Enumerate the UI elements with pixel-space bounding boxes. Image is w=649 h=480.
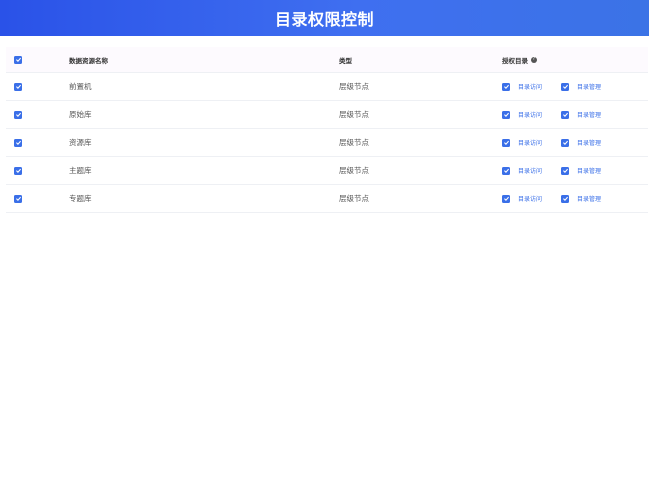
- table-row: 前置机 层级节点 目录访问 目录管理: [6, 73, 648, 101]
- perm-manage[interactable]: 目录管理: [561, 194, 601, 203]
- perm-access-checkbox[interactable]: [502, 82, 510, 91]
- perm-access-label: 目录访问: [518, 140, 543, 147]
- select-all-checkbox[interactable]: [14, 55, 22, 64]
- table-header-row: 数据资源名称 类型 授权目录 ?: [6, 47, 648, 73]
- perm-manage-checkbox[interactable]: [561, 82, 569, 91]
- row-name: 前置机: [69, 82, 92, 91]
- row-checkbox[interactable]: [14, 110, 22, 119]
- perm-manage-checkbox[interactable]: [561, 110, 569, 119]
- row-name: 主题库: [69, 166, 92, 175]
- table-row: 主题库 层级节点 目录访问 目录管理: [6, 157, 648, 185]
- table-row: 资源库 层级节点 目录访问 目录管理: [6, 129, 648, 157]
- table-row: 专题库 层级节点 目录访问 目录管理: [6, 185, 648, 213]
- row-type: 层级节点: [339, 82, 369, 91]
- row-type: 层级节点: [339, 138, 369, 147]
- perm-access[interactable]: 目录访问: [502, 110, 544, 119]
- column-header-name: 数据资源名称: [69, 56, 108, 65]
- row-type: 层级节点: [339, 110, 369, 119]
- perm-access[interactable]: 目录访问: [502, 194, 544, 203]
- perm-access[interactable]: 目录访问: [502, 82, 544, 91]
- perm-access-label: 目录访问: [518, 196, 543, 203]
- perm-manage-label: 目录管理: [577, 196, 602, 203]
- perm-manage[interactable]: 目录管理: [561, 82, 601, 91]
- table-row: 原始库 层级节点 目录访问 目录管理: [6, 101, 648, 129]
- page-title: 目录权限控制: [274, 10, 374, 29]
- perm-manage-checkbox[interactable]: [561, 166, 569, 175]
- perm-manage-checkbox[interactable]: [561, 194, 569, 203]
- permission-table: 数据资源名称 类型 授权目录 ? 前置机 层级节点 目录访问 目录管理 原始库 …: [6, 47, 648, 213]
- question-circle-icon[interactable]: ?: [531, 56, 537, 63]
- row-type: 层级节点: [339, 166, 369, 175]
- perm-manage[interactable]: 目录管理: [561, 110, 601, 119]
- row-checkbox[interactable]: [14, 166, 22, 175]
- perm-access-checkbox[interactable]: [502, 194, 510, 203]
- perm-access-checkbox[interactable]: [502, 166, 510, 175]
- column-header-auth: 授权目录: [502, 56, 528, 65]
- perm-manage-checkbox[interactable]: [561, 138, 569, 147]
- perm-manage[interactable]: 目录管理: [561, 166, 601, 175]
- perm-access[interactable]: 目录访问: [502, 138, 544, 147]
- row-name: 专题库: [69, 194, 92, 203]
- perm-manage-label: 目录管理: [577, 84, 602, 91]
- perm-access[interactable]: 目录访问: [502, 166, 544, 175]
- perm-access-checkbox[interactable]: [502, 110, 510, 119]
- row-name: 原始库: [69, 110, 92, 119]
- column-header-type: 类型: [339, 56, 352, 65]
- row-checkbox[interactable]: [14, 194, 22, 203]
- row-checkbox[interactable]: [14, 82, 22, 91]
- perm-manage-label: 目录管理: [577, 140, 602, 147]
- perm-access-label: 目录访问: [518, 168, 543, 175]
- perm-manage[interactable]: 目录管理: [561, 138, 601, 147]
- row-type: 层级节点: [339, 194, 369, 203]
- perm-manage-label: 目录管理: [577, 112, 602, 119]
- perm-access-label: 目录访问: [518, 112, 543, 119]
- perm-access-checkbox[interactable]: [502, 138, 510, 147]
- perm-access-label: 目录访问: [518, 84, 543, 91]
- row-checkbox[interactable]: [14, 138, 22, 147]
- page-header: 目录权限控制: [0, 0, 649, 36]
- perm-manage-label: 目录管理: [577, 168, 602, 175]
- row-name: 资源库: [69, 138, 92, 147]
